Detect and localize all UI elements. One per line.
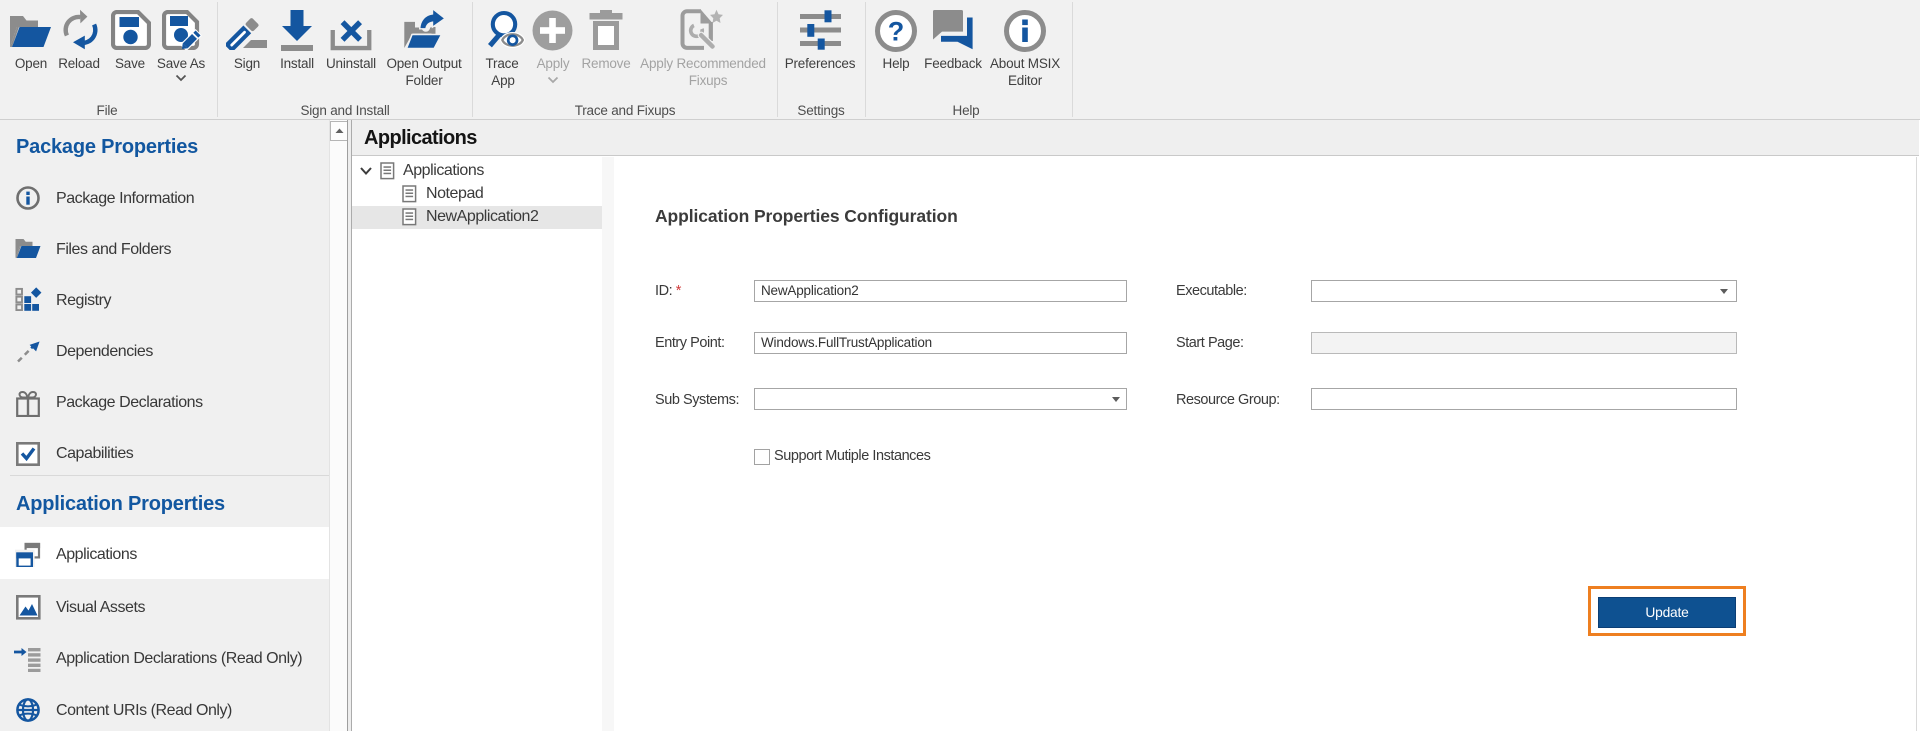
svg-text:?: ? xyxy=(888,17,905,47)
